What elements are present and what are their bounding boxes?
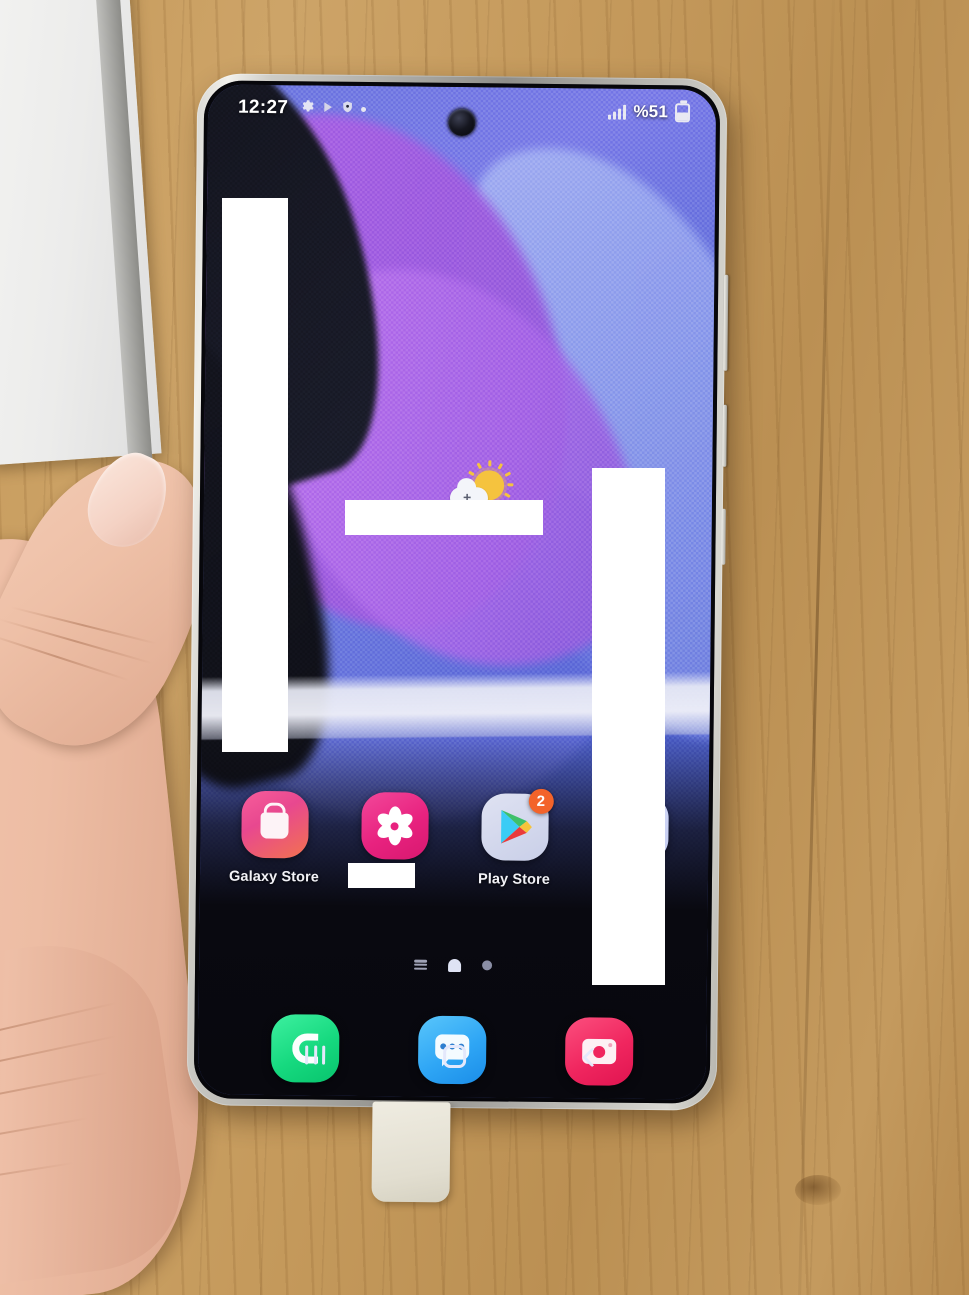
gear-icon xyxy=(299,98,314,118)
wood-knot xyxy=(795,1175,841,1205)
galaxy-store-icon[interactable] xyxy=(240,790,309,859)
photo-scene: + 12:27 %51 Galaxy Store 2 Play Store xyxy=(0,0,969,1295)
power-button[interactable] xyxy=(722,404,727,467)
redaction-right xyxy=(592,468,665,985)
status-bar-right: %51 xyxy=(608,101,691,123)
flower-center xyxy=(390,821,399,830)
gallery-icon[interactable] xyxy=(360,792,429,860)
navigation-bar xyxy=(198,1026,707,1085)
redaction-app-label xyxy=(348,863,415,888)
app-label-galaxy-store: Galaxy Store xyxy=(228,868,320,886)
play-triangle-icon xyxy=(321,99,334,119)
play-store-icon[interactable]: 2 xyxy=(480,788,554,861)
secondary-page-indicator[interactable] xyxy=(482,960,493,971)
back-button[interactable] xyxy=(582,1047,602,1068)
home-page-indicator[interactable] xyxy=(448,958,462,972)
play-store-badge: 2 xyxy=(528,788,554,815)
apps-page-indicator[interactable] xyxy=(414,959,428,970)
flower-icon xyxy=(374,806,415,846)
battery-icon xyxy=(674,102,691,122)
volume-down-button[interactable] xyxy=(721,508,726,565)
app-label-play-store: Play Store xyxy=(477,871,551,888)
app-gallery[interactable] xyxy=(342,792,447,871)
front-camera-punch-hole xyxy=(448,108,476,137)
battery-percentage: %51 xyxy=(633,101,669,122)
skin-crease xyxy=(0,632,130,682)
status-bar-clock: 12:27 xyxy=(237,96,289,119)
shopping-bag-icon xyxy=(260,811,289,839)
shield-icon xyxy=(341,99,354,119)
status-bar-left: 12:27 xyxy=(237,96,367,120)
redaction-middle xyxy=(345,500,543,535)
signal-bars-icon xyxy=(608,104,627,120)
recents-button[interactable] xyxy=(305,1044,326,1065)
redaction-left xyxy=(222,198,288,752)
app-galaxy-store[interactable]: Galaxy Store xyxy=(222,790,327,886)
app-play-store[interactable]: 2 Play Store xyxy=(462,788,567,888)
small-dot-icon xyxy=(361,106,367,112)
skin-crease xyxy=(0,618,153,665)
home-button[interactable] xyxy=(443,1044,467,1068)
screen-protector-pull-tab xyxy=(371,1101,451,1203)
skin-crease xyxy=(10,606,157,645)
